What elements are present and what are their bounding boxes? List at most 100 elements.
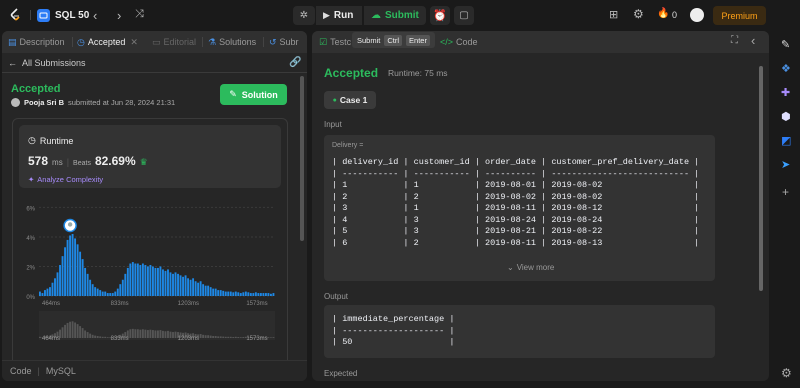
tab-description[interactable]: ▤ Description xyxy=(8,34,65,50)
submit-label: Submit xyxy=(385,10,419,21)
bar xyxy=(59,265,61,296)
right-scrollbar[interactable] xyxy=(759,66,763,291)
streak-fire-icon[interactable]: 🔥 xyxy=(657,8,669,19)
tab-solutions[interactable]: ⚗ Solutions xyxy=(208,34,256,50)
overview-bar xyxy=(86,332,89,338)
overview-bar xyxy=(232,337,235,338)
maximize-icon[interactable]: ⛶ xyxy=(731,35,738,46)
leetcode-logo-icon[interactable] xyxy=(8,7,24,23)
collapse-chevron-icon[interactable]: ‹ xyxy=(751,33,755,48)
overview-bar xyxy=(174,331,177,338)
overview-bar xyxy=(69,321,72,338)
bar xyxy=(269,293,272,296)
view-more-button[interactable]: ⌄ View more xyxy=(507,263,554,272)
analyze-label: Analyze Complexity xyxy=(37,175,104,184)
rail-settings-gear-icon[interactable]: ⚙ xyxy=(781,366,792,380)
runtime-distribution-chart[interactable]: 6% 4% 2% 0% 464ms 833ms 1203ms 1573ms 464ms 833ms… xyxy=(13,193,289,377)
y-tick-label: 6% xyxy=(26,206,35,212)
timer-button[interactable]: ⏰ xyxy=(430,6,450,25)
notes-button[interactable]: ▢ xyxy=(454,6,474,25)
rail-icon-send[interactable]: ➤ xyxy=(781,158,790,171)
tab-accepted[interactable]: ◷ Accepted ✕ xyxy=(77,34,138,50)
bug-icon: ✲ xyxy=(299,10,309,21)
rail-icon-add[interactable]: + xyxy=(782,185,789,199)
play-icon: ▶ xyxy=(323,10,330,20)
x-tick-label: 464ms xyxy=(42,301,60,307)
overview-bar xyxy=(39,336,41,338)
prev-problem-icon[interactable]: ‹ xyxy=(93,8,97,23)
overview-bar xyxy=(224,336,227,338)
y-tick-label: 0% xyxy=(26,295,35,301)
debug-button[interactable]: ✲ xyxy=(293,6,315,25)
bar xyxy=(204,285,207,296)
case-1-button[interactable]: ● Case 1 xyxy=(324,91,376,109)
language-label: MySQL xyxy=(45,366,76,376)
layout-icon[interactable]: ⊞ xyxy=(609,8,618,21)
arrow-left-icon: ← xyxy=(8,58,17,68)
overview-bar xyxy=(84,330,87,338)
submit-button[interactable]: ☁ Submit xyxy=(364,6,426,25)
runtime-card[interactable]: ◷ Runtime 578 ms | Beats 82.69% ♛ ✦ Anal… xyxy=(19,125,281,188)
shuffle-icon[interactable]: ⤨ xyxy=(135,8,144,21)
bar xyxy=(109,293,112,296)
rail-icon-puzzle[interactable]: ✚ xyxy=(781,86,790,99)
rail-icon-pen[interactable]: ✎ xyxy=(781,38,790,51)
run-button[interactable]: ▶ Run xyxy=(316,6,362,25)
next-problem-icon[interactable]: › xyxy=(117,8,121,23)
code-label: Code xyxy=(10,366,32,376)
overview-bar xyxy=(204,335,207,338)
tab-code[interactable]: </> Code xyxy=(440,34,478,50)
bar xyxy=(242,292,245,296)
avatar[interactable] xyxy=(690,8,704,22)
overview-bar xyxy=(154,330,157,338)
tab-testcase[interactable]: ☑ Testc xyxy=(319,34,351,50)
solution-button[interactable]: ✎ Solution xyxy=(220,84,287,105)
note-icon: ▢ xyxy=(459,10,469,21)
left-scrollbar[interactable] xyxy=(300,76,304,241)
bar xyxy=(254,292,257,296)
share-link-icon[interactable]: 🔗 xyxy=(289,57,301,68)
left-panel: ▤ Description ◷ Accepted ✕ ▭ Editorial ⚗… xyxy=(2,31,307,381)
problem-list-title[interactable]: SQL 50 xyxy=(55,10,89,21)
editorial-icon: ▭ xyxy=(152,36,161,47)
premium-button[interactable]: Premium xyxy=(713,6,766,25)
bar xyxy=(94,287,97,296)
overview-bar xyxy=(202,334,205,338)
premium-label: Premium xyxy=(721,10,758,21)
overview-tick-label: 833ms xyxy=(111,336,129,342)
analyze-complexity[interactable]: ✦ Analyze Complexity xyxy=(28,175,103,184)
bar xyxy=(207,285,210,296)
bar xyxy=(224,291,227,296)
bar xyxy=(212,288,215,296)
overview-bar xyxy=(269,337,272,338)
bar xyxy=(74,238,77,296)
bar xyxy=(164,270,167,296)
result-status: Accepted xyxy=(324,66,379,80)
back-to-submissions[interactable]: ← All Submissions xyxy=(8,58,86,68)
close-tab-icon[interactable]: ✕ xyxy=(130,37,138,48)
user-name[interactable]: Pooja Sri B xyxy=(24,98,64,107)
overview-bar xyxy=(106,337,109,338)
overview-bar xyxy=(267,337,270,338)
sparkle-icon: ✦ xyxy=(28,175,35,184)
overview-bar xyxy=(91,334,94,338)
bar xyxy=(229,291,232,296)
bar xyxy=(249,293,252,296)
overview-bar xyxy=(167,330,169,338)
divider xyxy=(202,37,203,47)
overview-bar xyxy=(222,336,225,338)
streak-count: 0 xyxy=(672,10,678,20)
overview-tick-label: 1573ms xyxy=(246,336,267,342)
rail-icon-copilot[interactable]: ❖ xyxy=(781,62,791,75)
overview-bar xyxy=(162,330,164,338)
bar xyxy=(189,279,192,296)
settings-gear-icon[interactable]: ⚙ xyxy=(633,7,644,21)
bar xyxy=(232,292,235,296)
bar xyxy=(174,272,177,296)
rail-icon-outlook[interactable]: ◩ xyxy=(781,134,791,147)
tab-editorial[interactable]: ▭ Editorial xyxy=(152,34,196,50)
tab-submissions[interactable]: ↺ Subr xyxy=(269,34,299,50)
rail-icon-shield[interactable]: ⬢ xyxy=(781,110,791,123)
bar xyxy=(79,251,82,296)
crown-icon: ♛ xyxy=(139,157,148,167)
